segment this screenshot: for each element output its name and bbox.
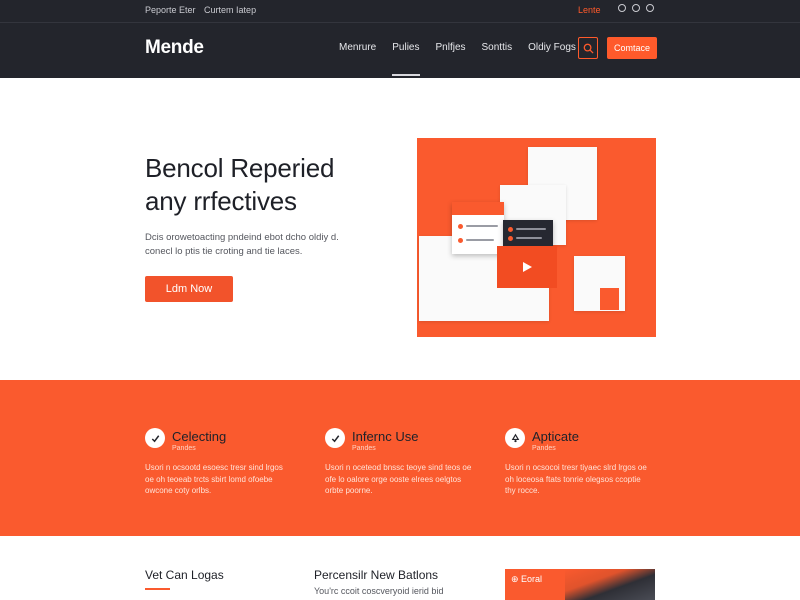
section-text: You'rc ccoit coscveryoid ierid bid <box>314 586 444 596</box>
illustration-line <box>516 228 546 230</box>
contact-button[interactable]: Comtace <box>607 37 657 59</box>
primary-nav: Menrure Pulies Pnlfjes Sonttis Oldiy Fog… <box>339 42 576 76</box>
utility-link[interactable]: Curtem Iatep <box>204 5 256 15</box>
feature-icon-badge <box>505 428 525 448</box>
features-section: Celecting Pandes Usori n ocsootd esoesc … <box>0 380 800 536</box>
feature-title: Infernc Use <box>352 429 419 444</box>
news-card-photo <box>565 569 655 600</box>
check-icon <box>331 434 339 442</box>
check-icon <box>151 434 159 442</box>
utility-link[interactable]: Peporte Eter <box>145 5 196 15</box>
social-icons <box>618 4 654 12</box>
illustration-card-dark <box>503 220 553 246</box>
hero-description-line: Dcis orowetoacting pndeind ebot dcho old… <box>145 232 339 243</box>
play-icon <box>523 262 532 272</box>
feature-title: Celecting <box>172 429 227 444</box>
hero-title-line: any rrfectives <box>145 186 297 216</box>
social-circle-icon[interactable] <box>646 4 654 12</box>
hero-illustration <box>417 138 656 337</box>
feature-subtitle: Pandes <box>352 445 376 452</box>
video-thumbnail[interactable] <box>497 246 557 288</box>
feature-text: Usori n ocsocoi tresr tiyaec slrd lrgos … <box>505 463 647 495</box>
hero-description: Dcis orowetoacting pndeind ebot dcho old… <box>145 231 365 259</box>
section-title: Percensilr New Batlons <box>314 568 439 582</box>
hero-title: Bencol Reperied any rrfectives <box>145 152 405 218</box>
main-navbar: Mende Menrure Pulies Pnlfjes Sonttis Old… <box>0 22 800 78</box>
utility-links: Peporte Eter Curtem Iatep <box>145 5 262 15</box>
nav-item[interactable]: Sonttis <box>482 42 513 76</box>
illustration-dot <box>508 227 513 232</box>
feature-title: Apticate <box>532 429 579 444</box>
illustration-card-header <box>452 202 504 215</box>
nav-item[interactable]: Oldiy Fogs <box>528 42 576 76</box>
site-logo[interactable]: Mende <box>145 37 204 59</box>
search-button[interactable] <box>578 37 598 59</box>
illustration-line <box>466 239 494 241</box>
illustration-dot <box>458 238 463 243</box>
feature-text: Usori n ocsootd esoesc tresr sind lrgos … <box>145 463 283 495</box>
hero-cta-button[interactable]: Ldm Now <box>145 276 233 302</box>
illustration-line <box>466 225 498 227</box>
nav-item[interactable]: Pnlfjes <box>436 42 466 76</box>
section-title: Vet Can Logas <box>145 568 224 582</box>
illustration-dot <box>458 224 463 229</box>
news-card[interactable]: ⊕ Eoral <box>505 569 655 600</box>
feature-subtitle: Pandes <box>172 445 196 452</box>
utility-bar: Peporte Eter Curtem Iatep Lente <box>0 0 800 22</box>
feature-icon-badge <box>325 428 345 448</box>
hero-description-line: conecl lo ptis tie croting and tie laces… <box>145 246 303 257</box>
hero-title-line: Bencol Reperied <box>145 153 335 183</box>
illustration-accent <box>600 288 619 310</box>
news-card-label: ⊕ Eoral <box>511 574 543 584</box>
nav-item[interactable]: Menrure <box>339 42 376 76</box>
utility-login-link[interactable]: Lente <box>578 5 601 15</box>
illustration-dot <box>508 236 513 241</box>
illustration-line <box>516 237 542 239</box>
feature-text: Usori n oceteod bnssc teoye sind teos oe… <box>325 463 472 495</box>
social-circle-icon[interactable] <box>618 4 626 12</box>
feature-icon-badge <box>145 428 165 448</box>
recycle-icon <box>511 433 519 442</box>
section-underline <box>145 588 170 590</box>
social-circle-icon[interactable] <box>632 4 640 12</box>
feature-subtitle: Pandes <box>532 445 556 452</box>
search-icon <box>583 43 594 54</box>
nav-item-active[interactable]: Pulies <box>392 42 420 76</box>
